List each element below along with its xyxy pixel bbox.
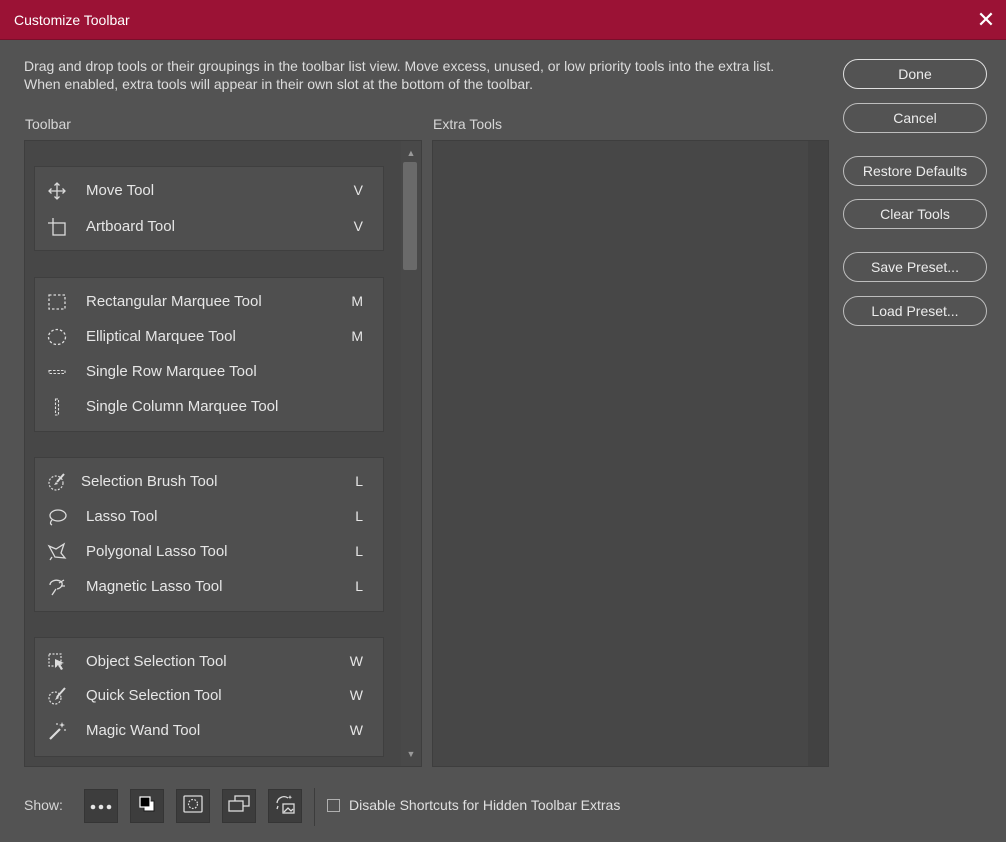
show-more-toggle[interactable] <box>84 789 118 823</box>
generative-fill-icon <box>274 793 296 820</box>
tool-shortcut: W <box>349 687 363 703</box>
extra-tools-scrollbar[interactable] <box>808 141 828 766</box>
tool-name: Move Tool <box>86 182 155 199</box>
tool-row-rect-marquee[interactable]: Rectangular Marquee Tool M <box>35 286 383 316</box>
magnetic-lasso-icon <box>46 576 68 598</box>
disable-shortcuts-label[interactable]: Disable Shortcuts for Hidden Toolbar Ext… <box>349 797 620 813</box>
clear-tools-button[interactable]: Clear Tools <box>843 199 987 229</box>
tool-name: Magnetic Lasso Tool <box>86 578 223 595</box>
tool-name: Lasso Tool <box>86 508 158 525</box>
extra-tools-list[interactable] <box>432 140 829 767</box>
object-selection-icon <box>46 651 68 673</box>
disable-shortcuts-checkbox[interactable] <box>327 799 340 812</box>
toolbar-list[interactable]: Move Tool V Artboard Tool V Rectangular … <box>24 140 422 767</box>
show-label: Show: <box>24 797 63 813</box>
tool-row-polygonal-lasso[interactable]: Polygonal Lasso Tool L <box>35 536 383 566</box>
scroll-down-icon[interactable]: ▼ <box>401 748 421 760</box>
tool-name: Object Selection Tool <box>86 653 227 670</box>
tool-name: Polygonal Lasso Tool <box>86 543 228 560</box>
tool-name: Artboard Tool <box>86 218 175 235</box>
show-colors-toggle[interactable] <box>130 789 164 823</box>
tool-name: Quick Selection Tool <box>86 687 222 704</box>
selection-brush-icon <box>46 471 68 493</box>
tool-row-artboard[interactable]: Artboard Tool V <box>35 211 383 241</box>
toolbar-divider <box>314 788 315 826</box>
tool-shortcut: L <box>355 473 363 489</box>
polygonal-lasso-icon <box>46 541 68 563</box>
tool-group-marquee[interactable]: Rectangular Marquee Tool M Elliptical Ma… <box>34 277 384 432</box>
restore-defaults-button[interactable]: Restore Defaults <box>843 156 987 186</box>
tool-shortcut: L <box>355 508 363 524</box>
scroll-thumb[interactable] <box>403 162 417 270</box>
tool-row-magic-wand[interactable]: Magic Wand Tool W <box>35 715 383 745</box>
column-marquee-icon <box>46 396 68 418</box>
tool-shortcut: V <box>353 218 363 234</box>
tool-shortcut: M <box>351 293 363 309</box>
magic-wand-icon <box>46 720 68 742</box>
instructions-text: Drag and drop tools or their groupings i… <box>24 58 775 92</box>
toolbar-scrollbar[interactable]: ▲ ▼ <box>401 141 421 766</box>
tool-row-selection-brush[interactable]: Selection Brush Tool L <box>35 466 383 496</box>
lasso-icon <box>46 506 68 528</box>
load-preset-button[interactable]: Load Preset... <box>843 296 987 326</box>
extra-tools-column-label: Extra Tools <box>433 116 502 132</box>
screen-mode-icon <box>228 794 250 818</box>
tool-shortcut: W <box>349 653 363 669</box>
show-screen-mode-toggle[interactable] <box>222 789 256 823</box>
quick-mask-icon <box>183 794 203 818</box>
tool-name: Selection Brush Tool <box>81 473 218 490</box>
tool-group-move[interactable]: Move Tool V Artboard Tool V <box>34 166 384 251</box>
tool-shortcut: V <box>353 182 363 198</box>
tool-group-lasso[interactable]: Selection Brush Tool L Lasso Tool L Poly… <box>34 457 384 612</box>
tool-name: Rectangular Marquee Tool <box>86 293 262 310</box>
scroll-up-icon[interactable]: ▲ <box>401 147 421 159</box>
done-button[interactable]: Done <box>843 59 987 89</box>
tool-name: Magic Wand Tool <box>86 722 201 739</box>
tool-row-magnetic-lasso[interactable]: Magnetic Lasso Tool L <box>35 571 383 601</box>
tool-shortcut: M <box>351 328 363 344</box>
tool-row-column-marquee[interactable]: Single Column Marquee Tool <box>35 391 383 421</box>
tool-group-selection[interactable]: Object Selection Tool W Quick Selection … <box>34 637 384 757</box>
close-icon: ✕ <box>976 6 996 32</box>
cancel-button[interactable]: Cancel <box>843 103 987 133</box>
tool-name: Single Row Marquee Tool <box>86 363 257 380</box>
tool-row-object-selection[interactable]: Object Selection Tool W <box>35 646 383 676</box>
ellipse-marquee-icon <box>46 326 68 348</box>
window-title: Customize Toolbar <box>14 12 130 28</box>
title-bar: Customize Toolbar ✕ <box>0 0 1006 40</box>
tool-row-lasso[interactable]: Lasso Tool L <box>35 501 383 531</box>
more-icon <box>90 797 112 815</box>
save-preset-button[interactable]: Save Preset... <box>843 252 987 282</box>
tool-name: Single Column Marquee Tool <box>86 398 279 415</box>
show-generative-toggle[interactable] <box>268 789 302 823</box>
tool-row-move[interactable]: Move Tool V <box>35 175 383 205</box>
color-swatch-icon <box>138 795 156 818</box>
move-icon <box>46 180 68 202</box>
tool-row-row-marquee[interactable]: Single Row Marquee Tool <box>35 356 383 386</box>
artboard-icon <box>46 216 68 238</box>
quick-selection-icon <box>46 685 68 707</box>
tool-name: Elliptical Marquee Tool <box>86 328 236 345</box>
close-button[interactable]: ✕ <box>966 0 1006 39</box>
tool-row-ellipse-marquee[interactable]: Elliptical Marquee Tool M <box>35 321 383 351</box>
show-quick-mask-toggle[interactable] <box>176 789 210 823</box>
tool-shortcut: W <box>349 722 363 738</box>
toolbar-column-label: Toolbar <box>25 116 71 132</box>
row-marquee-icon <box>46 361 68 383</box>
tool-shortcut: L <box>355 543 363 559</box>
rect-marquee-icon <box>46 291 68 313</box>
tool-row-quick-selection[interactable]: Quick Selection Tool W <box>35 680 383 710</box>
tool-shortcut: L <box>355 578 363 594</box>
